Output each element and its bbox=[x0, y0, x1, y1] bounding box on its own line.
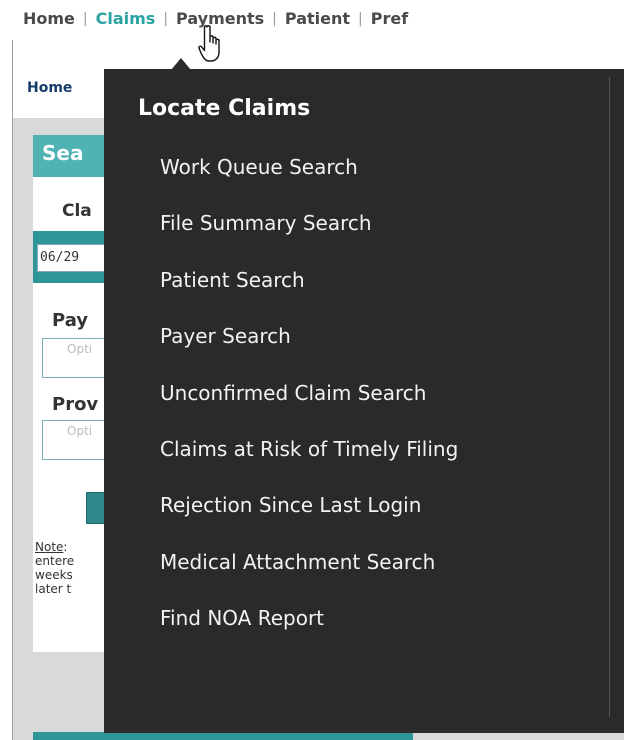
next-panel-header bbox=[33, 732, 413, 740]
nav-separator: | bbox=[163, 11, 169, 27]
claim-label: Cla bbox=[62, 201, 92, 221]
search-panel-title: Sea bbox=[42, 141, 84, 165]
dropdown-title: Locate Claims bbox=[138, 96, 311, 121]
note-label: Note bbox=[35, 540, 64, 554]
dropdown-divider bbox=[609, 77, 610, 717]
nav-preferences[interactable]: Pref bbox=[371, 9, 408, 28]
date-input[interactable]: 06/29 bbox=[37, 244, 113, 272]
menu-item-find-noa-report[interactable]: Find NOA Report bbox=[160, 604, 458, 660]
hand-pointer-icon bbox=[198, 25, 220, 62]
menu-item-patient-search[interactable]: Patient Search bbox=[160, 266, 458, 322]
menu-item-payer-search[interactable]: Payer Search bbox=[160, 322, 458, 378]
menu-item-rejection-since-last-login[interactable]: Rejection Since Last Login bbox=[160, 491, 458, 547]
note-line: : bbox=[63, 540, 68, 554]
note-text: Note: entere weeks later t bbox=[35, 540, 110, 596]
breadcrumb[interactable]: Home bbox=[27, 80, 72, 96]
provider-label: Prov bbox=[52, 394, 99, 415]
nav-patient[interactable]: Patient bbox=[285, 9, 350, 28]
nav-home[interactable]: Home bbox=[23, 9, 75, 28]
note-line: weeks bbox=[35, 568, 73, 582]
menu-item-file-summary-search[interactable]: File Summary Search bbox=[160, 209, 458, 265]
nav-claims[interactable]: Claims bbox=[96, 9, 156, 28]
note-line: entere bbox=[35, 554, 75, 568]
nav-separator: | bbox=[358, 11, 363, 27]
payer-label: Pay bbox=[52, 310, 89, 331]
dropdown-list: Work Queue Search File Summary Search Pa… bbox=[160, 153, 458, 661]
menu-item-work-queue-search[interactable]: Work Queue Search bbox=[160, 153, 458, 209]
nav-separator: | bbox=[82, 11, 88, 27]
note-line: later t bbox=[35, 582, 72, 596]
claims-dropdown-menu: Locate Claims Work Queue Search File Sum… bbox=[104, 69, 624, 733]
menu-item-claims-at-risk[interactable]: Claims at Risk of Timely Filing bbox=[160, 435, 458, 491]
menu-item-unconfirmed-claim-search[interactable]: Unconfirmed Claim Search bbox=[160, 379, 458, 435]
menu-item-medical-attachment-search[interactable]: Medical Attachment Search bbox=[160, 548, 458, 604]
nav-separator: | bbox=[272, 11, 277, 27]
